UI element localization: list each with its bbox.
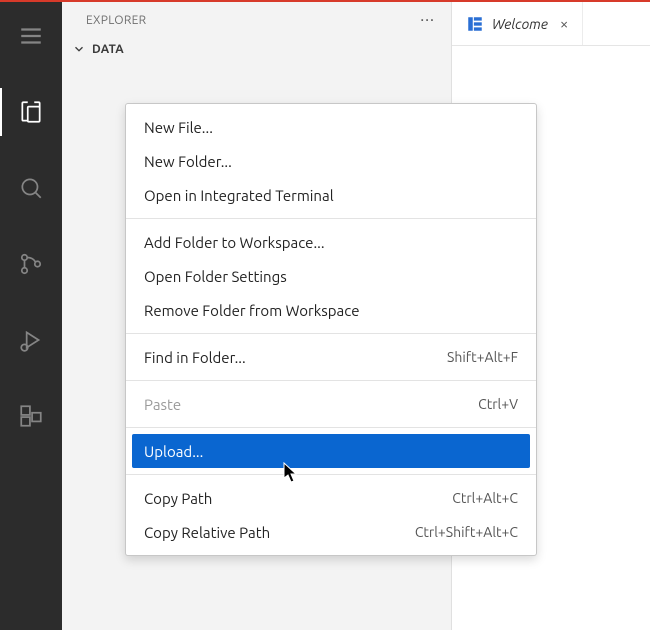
- ctx-upload[interactable]: Upload...: [132, 434, 530, 468]
- ctx-label: Open in Integrated Terminal: [144, 187, 334, 204]
- ctx-copy-relative-path[interactable]: Copy Relative Path Ctrl+Shift+Alt+C: [126, 515, 536, 549]
- ctx-remove-folder-workspace[interactable]: Remove Folder from Workspace: [126, 293, 536, 327]
- tab-label: Welcome: [492, 16, 548, 32]
- explorer-title: EXPLORER: [86, 14, 146, 27]
- ctx-separator: [126, 218, 536, 219]
- ctx-add-folder-workspace[interactable]: Add Folder to Workspace...: [126, 225, 536, 259]
- ctx-label: Upload...: [144, 443, 203, 460]
- ctx-label: Copy Path: [144, 490, 212, 507]
- ctx-separator: [126, 333, 536, 334]
- ctx-copy-path[interactable]: Copy Path Ctrl+Alt+C: [126, 481, 536, 515]
- ctx-label: New Folder...: [144, 153, 232, 170]
- ctx-shortcut: Ctrl+Shift+Alt+C: [415, 524, 518, 540]
- explorer-header: EXPLORER ···: [62, 2, 451, 38]
- explorer-icon[interactable]: [0, 88, 62, 136]
- ctx-new-file[interactable]: New File...: [126, 110, 536, 144]
- ctx-label: Remove Folder from Workspace: [144, 302, 359, 319]
- ctx-label: New File...: [144, 119, 213, 136]
- ctx-open-folder-settings[interactable]: Open Folder Settings: [126, 259, 536, 293]
- ctx-find-in-folder[interactable]: Find in Folder... Shift+Alt+F: [126, 340, 536, 374]
- ctx-shortcut: Ctrl+Alt+C: [452, 490, 518, 506]
- source-control-icon[interactable]: [0, 240, 62, 288]
- tab-bar: Welcome ×: [452, 2, 650, 46]
- chevron-down-icon: [72, 42, 86, 56]
- context-menu: New File... New Folder... Open in Integr…: [125, 103, 537, 556]
- close-icon[interactable]: ×: [560, 15, 568, 32]
- tab-welcome[interactable]: Welcome ×: [456, 2, 583, 45]
- more-actions-icon[interactable]: ···: [420, 11, 435, 29]
- folder-root[interactable]: DATA: [62, 38, 451, 60]
- ctx-label: Open Folder Settings: [144, 268, 287, 285]
- ctx-paste: Paste Ctrl+V: [126, 387, 536, 421]
- ctx-label: Find in Folder...: [144, 349, 246, 366]
- ctx-open-terminal[interactable]: Open in Integrated Terminal: [126, 178, 536, 212]
- ctx-shortcut: Shift+Alt+F: [447, 349, 518, 365]
- ctx-separator: [126, 380, 536, 381]
- ctx-separator: [126, 427, 536, 428]
- run-debug-icon[interactable]: [0, 316, 62, 364]
- ctx-new-folder[interactable]: New Folder...: [126, 144, 536, 178]
- ctx-shortcut: Ctrl+V: [478, 396, 518, 412]
- menu-icon[interactable]: [0, 12, 62, 60]
- ctx-label: Add Folder to Workspace...: [144, 234, 325, 251]
- extensions-icon[interactable]: [0, 392, 62, 440]
- welcome-tab-icon: [466, 15, 484, 33]
- ctx-label: Copy Relative Path: [144, 524, 270, 541]
- folder-root-label: DATA: [92, 43, 124, 56]
- ctx-label: Paste: [144, 396, 181, 413]
- activity-bar: [0, 2, 62, 630]
- ctx-separator: [126, 474, 536, 475]
- search-icon[interactable]: [0, 164, 62, 212]
